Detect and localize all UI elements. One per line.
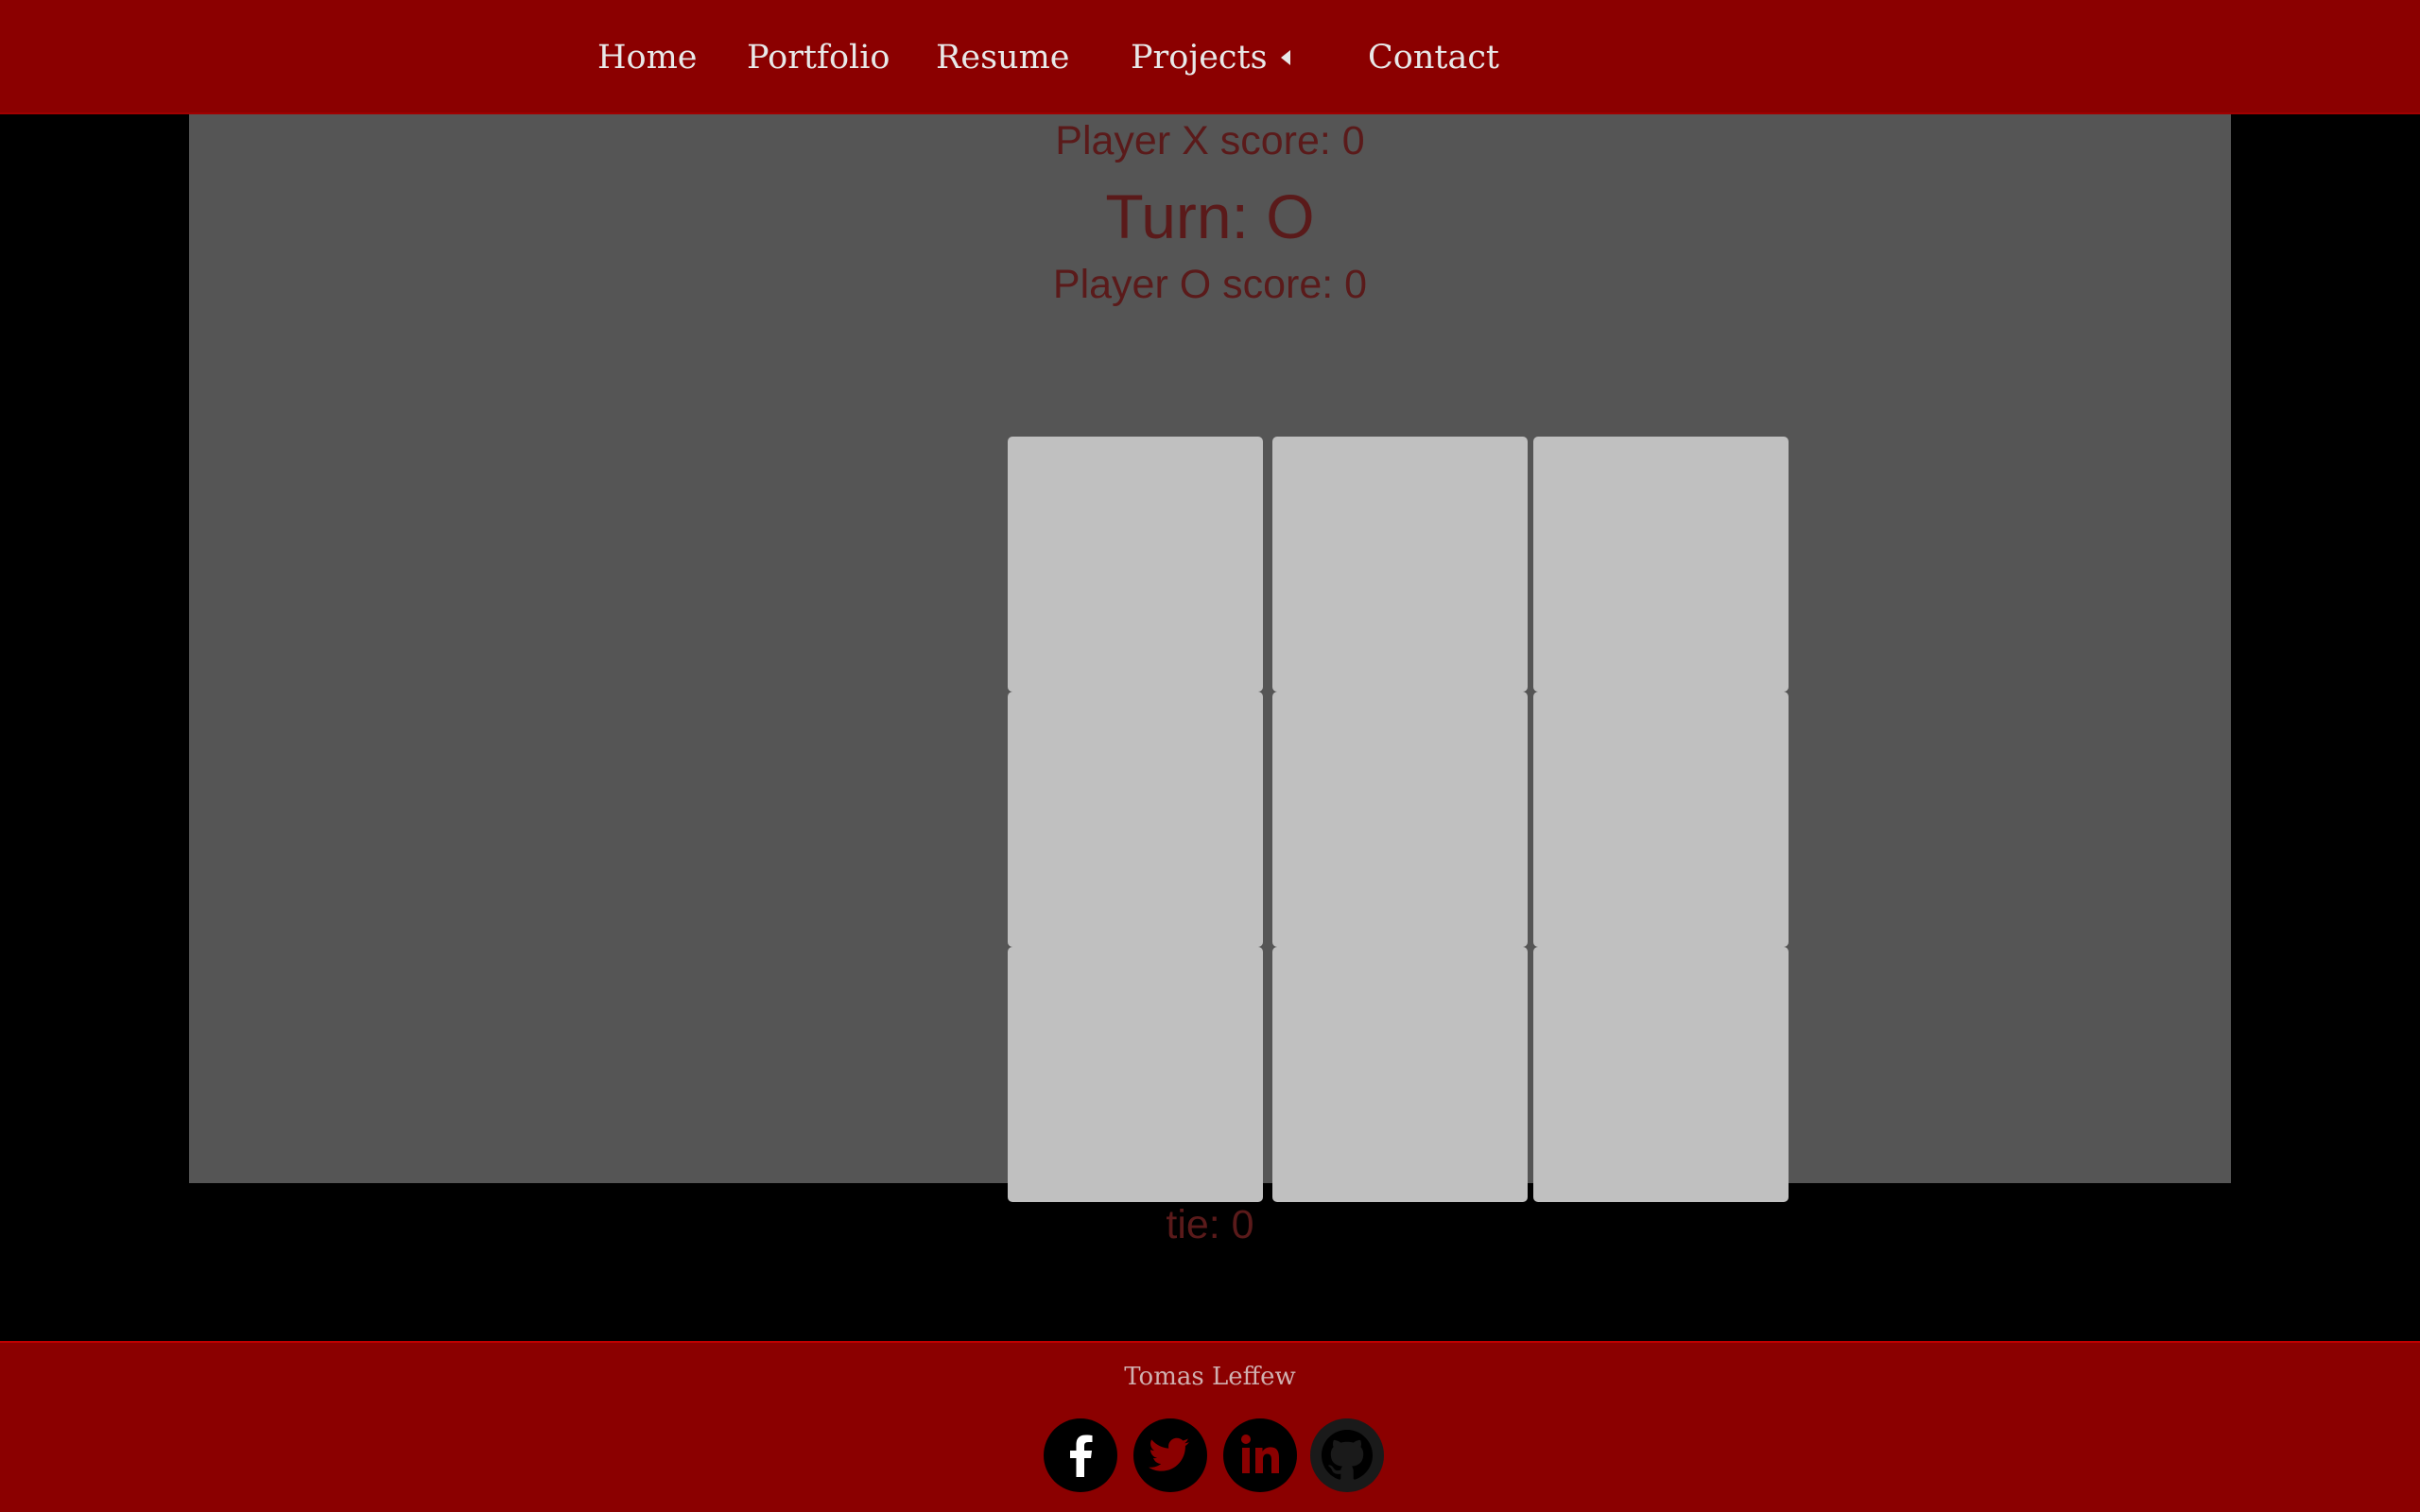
tie-count: tie: 0: [1166, 1202, 1254, 1247]
board-cell-2[interactable]: [1272, 437, 1528, 692]
linkedin-icon: [1241, 1435, 1279, 1473]
top-navbar: Home Portfolio Resume Projects Contact: [0, 0, 2420, 114]
twitter-icon: [1149, 1437, 1189, 1471]
nav-portfolio-link[interactable]: Portfolio: [747, 34, 890, 81]
turn-indicator: Turn: O: [1105, 181, 1315, 251]
board-cell-7[interactable]: [1008, 947, 1263, 1202]
tic-tac-toe-panel: Player X score: 0 Turn: O Player O score…: [189, 114, 2231, 1247]
caret-left-icon: [1280, 49, 1290, 65]
board-cell-3[interactable]: [1533, 437, 1789, 692]
twitter-link[interactable]: [1133, 1418, 1207, 1492]
board-cell-4[interactable]: [1008, 692, 1263, 947]
nav-resume-link[interactable]: Resume: [936, 34, 1069, 81]
site-footer: Tomas Leffew: [0, 1341, 2420, 1512]
facebook-link[interactable]: [1044, 1418, 1117, 1492]
board-cell-1[interactable]: [1008, 437, 1263, 692]
player-o-score: Player O score: 0: [1052, 262, 1368, 307]
board-cell-5[interactable]: [1272, 692, 1528, 947]
github-link[interactable]: [1310, 1418, 1384, 1492]
board-cell-6[interactable]: [1533, 692, 1789, 947]
nav-projects-label: Projects: [1131, 39, 1268, 77]
board-cell-8[interactable]: [1272, 947, 1528, 1202]
facebook-icon: [1070, 1435, 1093, 1477]
player-x-score: Player X score: 0: [1055, 118, 1365, 163]
game-board: [1008, 437, 1792, 1203]
footer-author-name: Tomas Leffew: [1124, 1363, 1296, 1391]
github-icon: [1322, 1430, 1373, 1480]
nav-contact-link[interactable]: Contact: [1368, 34, 1499, 81]
nav-projects-dropdown[interactable]: Projects: [1131, 34, 1290, 81]
board-cell-9[interactable]: [1533, 947, 1789, 1202]
nav-home-link[interactable]: Home: [597, 34, 698, 81]
linkedin-link[interactable]: [1223, 1418, 1297, 1492]
